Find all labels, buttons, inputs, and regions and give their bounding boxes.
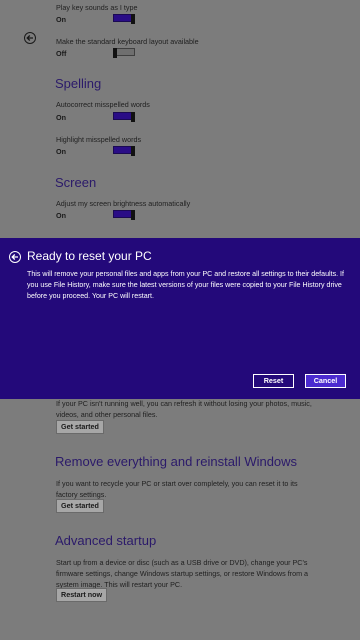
reset-button[interactable]: Reset (253, 374, 294, 388)
refresh-description: If your PC isn't running well, you can r… (56, 399, 312, 419)
refresh-get-started-button[interactable]: Get started (56, 420, 104, 434)
autocorrect-state: On (56, 113, 66, 122)
standard-keyboard-toggle[interactable] (113, 48, 135, 58)
highlight-state: On (56, 147, 66, 156)
dialog-back-button[interactable] (9, 251, 21, 263)
highlight-toggle[interactable] (113, 146, 135, 156)
brightness-toggle[interactable] (113, 210, 135, 220)
brightness-state: On (56, 211, 66, 220)
play-key-sounds-state: On (56, 15, 66, 24)
cancel-button[interactable]: Cancel (305, 374, 346, 388)
remove-get-started-button[interactable]: Get started (56, 499, 104, 513)
back-arrow-icon (11, 254, 18, 260)
back-arrow-icon (26, 35, 33, 41)
highlight-label: Highlight misspelled words (56, 135, 142, 144)
reset-dialog: Ready to reset your PC This will remove … (0, 238, 360, 399)
brightness-label: Adjust my screen brightness automaticall… (56, 199, 191, 208)
advanced-description: Start up from a device or disc (such as … (56, 558, 309, 589)
play-key-sounds-label: Play key sounds as I type (56, 3, 138, 12)
spelling-heading: Spelling (55, 76, 102, 91)
dialog-message: This will remove your personal files and… (27, 270, 344, 300)
remove-everything-heading: Remove everything and reinstall Windows (55, 454, 298, 469)
advanced-startup-heading: Advanced startup (55, 533, 157, 548)
autocorrect-label: Autocorrect misspelled words (56, 100, 150, 109)
standard-keyboard-label: Make the standard keyboard layout availa… (56, 37, 199, 46)
standard-keyboard-state: Off (56, 49, 67, 58)
remove-description: If you want to recycle your PC or start … (56, 479, 298, 499)
screen-heading: Screen (55, 175, 97, 190)
restart-now-button[interactable]: Restart now (56, 588, 108, 602)
autocorrect-toggle[interactable] (113, 112, 135, 122)
dialog-title: Ready to reset your PC (27, 249, 152, 263)
back-button[interactable] (24, 32, 36, 44)
play-key-sounds-toggle[interactable] (113, 14, 135, 24)
